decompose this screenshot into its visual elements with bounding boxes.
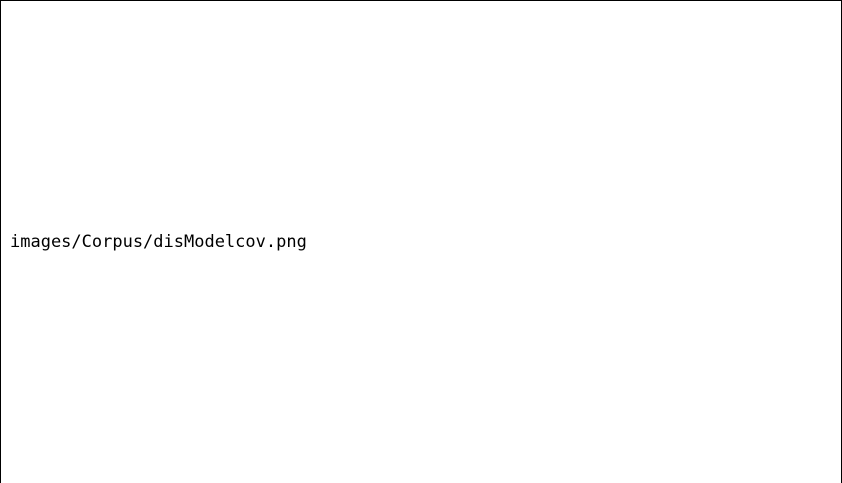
image-placeholder-frame: images/Corpus/disModelcov.png xyxy=(0,0,842,483)
missing-image-path-text: images/Corpus/disModelcov.png xyxy=(10,232,307,252)
